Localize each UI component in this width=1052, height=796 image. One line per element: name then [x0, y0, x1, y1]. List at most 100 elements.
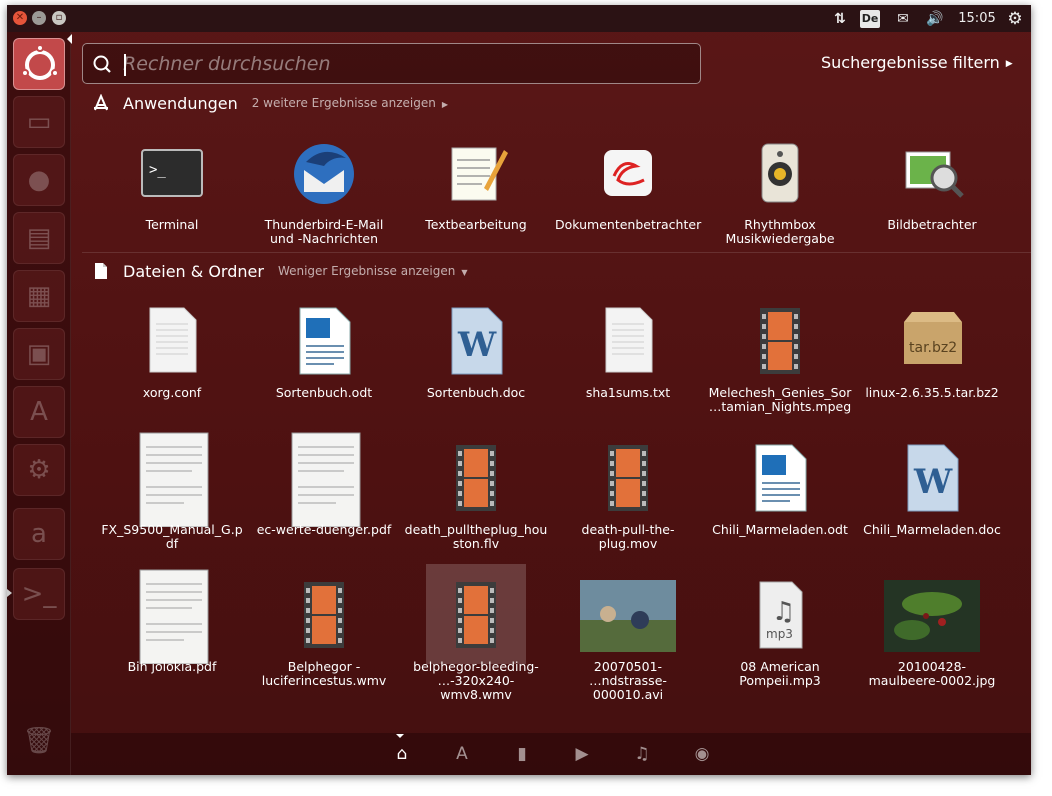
app-tile[interactable]: Textbearbeitung	[403, 122, 549, 262]
clock[interactable]: 15:05	[957, 9, 997, 29]
file-tile[interactable]: Melechesh_Genies_Sor …tamian_Nights.mpeg	[707, 290, 853, 430]
active-lens-indicator	[396, 734, 404, 738]
file-tile[interactable]: ec-werte-duenger.pdf	[251, 427, 397, 567]
video-file-icon	[274, 564, 374, 664]
file-tile[interactable]: Chili_Marmeladen.odt	[707, 427, 853, 567]
app-label: Thunderbird-E-Mail und -Nachrichten	[264, 217, 384, 246]
maximize-button[interactable]: ▫	[52, 11, 66, 25]
session-gear-icon[interactable]: ⚙	[1004, 9, 1026, 29]
video-file-icon	[730, 290, 830, 390]
apps-category-icon	[93, 93, 109, 112]
file-tile[interactable]: death-pull-the- plug.mov	[555, 427, 701, 567]
svg-text:mp3: mp3	[766, 627, 793, 641]
network-icon[interactable]: ⇅	[830, 9, 850, 29]
video-file-icon	[426, 427, 526, 527]
apps-lens-icon[interactable]: A	[451, 743, 473, 765]
file-tile[interactable]: Bih jolokia.pdf	[99, 564, 245, 704]
minimize-button[interactable]: –	[32, 11, 46, 25]
software-center-icon[interactable]: A	[13, 386, 65, 438]
top-panel: ✕ – ▫ ⇅ De ✉ 🔊 15:05 ⚙	[7, 5, 1031, 32]
close-button[interactable]: ✕	[13, 11, 27, 25]
video-thumbnail	[578, 564, 678, 664]
chevron-right-icon: ▶	[441, 100, 448, 109]
files-icon[interactable]: ▭	[13, 96, 65, 148]
active-arrow	[67, 34, 72, 44]
text-caret	[124, 54, 126, 76]
video-lens-icon[interactable]: ▶	[571, 743, 593, 765]
file-label: Chili_Marmeladen.doc	[863, 522, 1001, 537]
dash-home-icon[interactable]	[13, 38, 65, 90]
document-viewer-icon	[578, 122, 678, 222]
file-tile[interactable]: belphegor-bleeding- …-320x240-wmv8.wmv	[403, 564, 549, 704]
odt-file-icon	[274, 290, 374, 390]
file-label: death-pull-the- plug.mov	[581, 522, 675, 551]
doc-file-icon: W	[426, 290, 526, 390]
app-tile[interactable]: Thunderbird-E-Mail und -Nachrichten	[251, 122, 397, 262]
file-tile[interactable]: FX_S9500_Manual_G.p df	[99, 427, 245, 567]
file-tile[interactable]: 20070501- …ndstrasse-000010.avi	[555, 564, 701, 704]
filter-results-button[interactable]: Suchergebnisse filtern ▶	[821, 53, 1013, 72]
image-viewer-icon	[882, 122, 982, 222]
chevron-right-icon: ▶	[1005, 59, 1013, 69]
terminal-icon[interactable]: >_	[13, 568, 65, 620]
divider	[82, 252, 1031, 253]
search-box[interactable]	[82, 43, 701, 84]
file-tile[interactable]: ♫ mp3 08 American Pompeii.mp3	[707, 564, 853, 704]
file-tile[interactable]: sha1sums.txt	[555, 290, 701, 430]
keyboard-layout-icon[interactable]: De	[860, 10, 880, 28]
file-label: Melechesh_Genies_Sor …tamian_Nights.mpeg	[708, 385, 852, 414]
file-tile[interactable]: W Chili_Marmeladen.doc	[859, 427, 1005, 567]
lens-bar: ⌂ A ▮ ▶ ♫ ◉	[71, 733, 1031, 775]
file-label: 20100428- maulbeere-0002.jpg	[868, 659, 996, 688]
file-tile[interactable]: death_pulltheplug_hou ston.flv	[403, 427, 549, 567]
text-editor-icon	[426, 122, 526, 222]
show-more-label: 2 weitere Ergebnisse anzeigen	[251, 96, 436, 110]
odt-file-icon	[730, 427, 830, 527]
calc-icon[interactable]: ▦	[13, 270, 65, 322]
pdf-thumbnail	[122, 427, 222, 528]
svg-text:W: W	[457, 325, 497, 365]
file-tile[interactable]: Belphegor - luciferincestus.wmv	[251, 564, 397, 704]
writer-icon[interactable]: ▤	[13, 212, 65, 264]
file-tile[interactable]: tar.bz2 linux-2.6.35.5.tar.bz2	[859, 290, 1005, 430]
file-tile[interactable]: Sortenbuch.odt	[251, 290, 397, 430]
video-file-icon	[426, 564, 526, 664]
amazon-icon[interactable]: a	[13, 508, 65, 560]
app-tile[interactable]: Dokumentenbetrachter	[555, 122, 701, 262]
music-lens-icon[interactable]: ♫	[631, 743, 653, 765]
mail-icon[interactable]: ✉	[892, 9, 914, 29]
pdf-thumbnail	[274, 427, 374, 528]
file-tile[interactable]: 20100428- maulbeere-0002.jpg	[859, 564, 1005, 704]
thunderbird-icon	[274, 122, 374, 222]
show-fewer-label: Weniger Ergebnisse anzeigen	[277, 264, 456, 278]
app-label: Dokumentenbetrachter	[555, 217, 702, 232]
running-indicator	[7, 589, 12, 597]
app-tile[interactable]: Rhythmbox Musikwiedergabe	[707, 122, 853, 262]
app-tile[interactable]: Bildbetrachter	[859, 122, 1005, 262]
unity-dash: ✕ – ▫ ⇅ De ✉ 🔊 15:05 ⚙ ▭ ● ▤ ▦ ▣ A ⚙ a >…	[7, 5, 1031, 775]
svg-text:tar.bz2: tar.bz2	[909, 340, 957, 356]
file-label: xorg.conf	[142, 385, 202, 400]
impress-icon[interactable]: ▣	[13, 328, 65, 380]
category-title: Anwendungen	[123, 93, 238, 113]
app-label: Rhythmbox Musikwiedergabe	[725, 217, 835, 246]
file-tile[interactable]: W Sortenbuch.doc	[403, 290, 549, 430]
launcher: ▭ ● ▤ ▦ ▣ A ⚙ a >_ 🗑	[7, 32, 71, 775]
volume-icon[interactable]: 🔊	[924, 9, 946, 29]
app-tile[interactable]: >_ Terminal	[99, 122, 245, 262]
photo-lens-icon[interactable]: ◉	[691, 743, 713, 765]
file-label: Belphegor - luciferincestus.wmv	[261, 659, 387, 688]
trash-icon[interactable]: 🗑	[13, 716, 65, 768]
search-input[interactable]	[123, 44, 683, 83]
show-more-apps-link[interactable]: 2 weitere Ergebnisse anzeigen ▶	[252, 96, 448, 110]
firefox-icon[interactable]: ●	[13, 154, 65, 206]
archive-file-icon: tar.bz2	[882, 290, 982, 390]
show-fewer-files-link[interactable]: Weniger Ergebnisse anzeigen ▼	[278, 264, 468, 278]
audio-file-icon: ♫ mp3	[730, 564, 830, 664]
settings-icon[interactable]: ⚙	[13, 444, 65, 496]
category-header-files: Dateien & Ordner Weniger Ergebnisse anze…	[93, 260, 467, 282]
files-lens-icon[interactable]: ▮	[511, 743, 533, 765]
file-tile[interactable]: xorg.conf	[99, 290, 245, 430]
home-lens-icon[interactable]: ⌂	[391, 743, 413, 765]
category-title: Dateien & Ordner	[123, 261, 264, 281]
